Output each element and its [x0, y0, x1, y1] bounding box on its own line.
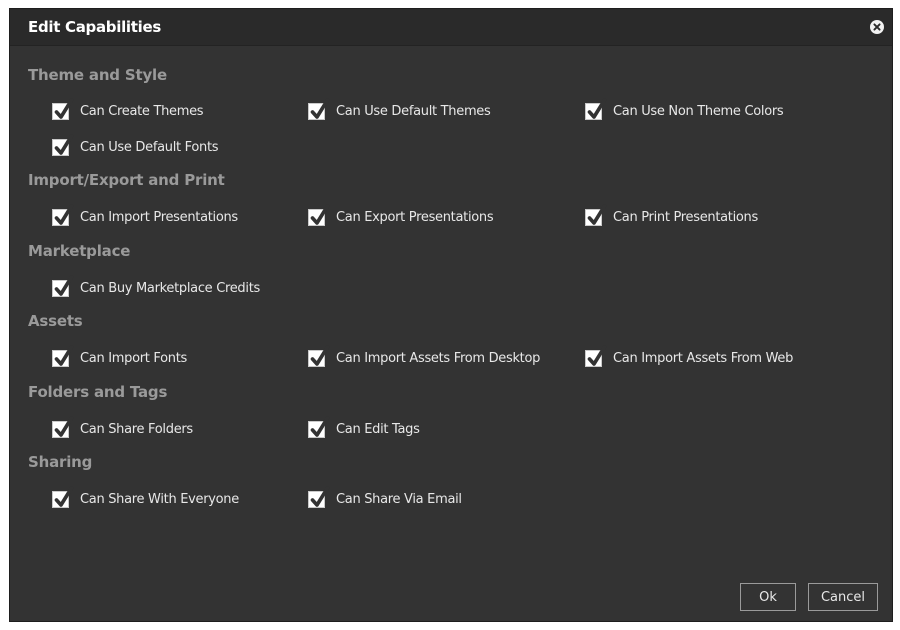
checkbox-label: Can Import Fonts [80, 350, 187, 366]
checkbox-label: Can Share Folders [80, 421, 193, 437]
section-title-theme-and-style: Theme and Style [28, 66, 167, 84]
checkbox-box[interactable] [308, 203, 330, 226]
checkbox-can-share-folders[interactable]: Can Share Folders [52, 415, 193, 440]
checkbox-can-edit-tags[interactable]: Can Edit Tags [308, 415, 420, 440]
checkbox-can-import-fonts[interactable]: Can Import Fonts [52, 344, 187, 369]
close-icon[interactable] [870, 20, 884, 34]
checkbox-label: Can Import Assets From Web [613, 350, 794, 366]
section-title-assets: Assets [28, 312, 83, 330]
checkbox-label: Can Create Themes [80, 103, 204, 119]
checkbox-label: Can Share Via Email [336, 491, 462, 507]
checkmark-icon [54, 133, 74, 155]
checkmark-icon [587, 97, 607, 119]
checkbox-label: Can Import Presentations [80, 209, 238, 225]
checkbox-label: Can Edit Tags [336, 421, 420, 437]
checkmark-icon [54, 203, 74, 225]
checkbox-box[interactable] [52, 133, 74, 156]
checkbox-can-use-default-themes[interactable]: Can Use Default Themes [308, 97, 491, 122]
checkmark-icon [310, 485, 330, 507]
edit-capabilities-dialog: Edit Capabilities Theme and Style Can Cr… [9, 8, 893, 622]
checkbox-can-create-themes[interactable]: Can Create Themes [52, 97, 204, 122]
checkbox-can-buy-marketplace-credits[interactable]: Can Buy Marketplace Credits [52, 274, 260, 299]
section-title-folders-and-tags: Folders and Tags [28, 383, 168, 401]
checkmark-icon [54, 415, 74, 437]
section-title-sharing: Sharing [28, 453, 93, 471]
checkbox-label: Can Use Non Theme Colors [613, 103, 784, 119]
checkbox-can-use-non-theme-colors[interactable]: Can Use Non Theme Colors [585, 97, 784, 122]
checkbox-label: Can Print Presentations [613, 209, 758, 225]
checkbox-label: Can Export Presentations [336, 209, 494, 225]
checkbox-label: Can Buy Marketplace Credits [80, 280, 260, 296]
checkmark-icon [54, 274, 74, 296]
checkbox-box[interactable] [52, 485, 74, 508]
dialog-title: Edit Capabilities [28, 18, 161, 36]
checkbox-box[interactable] [52, 415, 74, 438]
checkbox-can-import-assets-from-desktop[interactable]: Can Import Assets From Desktop [308, 344, 541, 369]
checkbox-box[interactable] [308, 415, 330, 438]
checkmark-icon [310, 415, 330, 437]
checkbox-can-share-via-email[interactable]: Can Share Via Email [308, 485, 462, 510]
dialog-titlebar: Edit Capabilities [10, 9, 892, 46]
checkmark-icon [310, 344, 330, 366]
checkbox-box[interactable] [52, 274, 74, 297]
checkbox-can-import-assets-from-web[interactable]: Can Import Assets From Web [585, 344, 794, 369]
checkbox-can-share-with-everyone[interactable]: Can Share With Everyone [52, 485, 239, 510]
checkmark-icon [54, 97, 74, 119]
checkbox-box[interactable] [585, 97, 607, 120]
checkbox-box[interactable] [308, 485, 330, 508]
checkbox-box[interactable] [308, 344, 330, 367]
checkbox-label: Can Share With Everyone [80, 491, 239, 507]
checkbox-box[interactable] [308, 97, 330, 120]
checkmark-icon [54, 344, 74, 366]
checkbox-box[interactable] [585, 344, 607, 367]
section-title-marketplace: Marketplace [28, 242, 131, 260]
checkmark-icon [587, 203, 607, 225]
checkbox-label: Can Use Default Themes [336, 103, 491, 119]
checkbox-label: Can Import Assets From Desktop [336, 350, 541, 366]
checkbox-box[interactable] [52, 344, 74, 367]
ok-button[interactable]: Ok [740, 583, 796, 611]
checkmark-icon [310, 203, 330, 225]
checkbox-box[interactable] [52, 203, 74, 226]
checkbox-can-use-default-fonts[interactable]: Can Use Default Fonts [52, 133, 219, 158]
checkbox-box[interactable] [52, 97, 74, 120]
checkmark-icon [54, 485, 74, 507]
checkbox-box[interactable] [585, 203, 607, 226]
checkmark-icon [310, 97, 330, 119]
checkmark-icon [587, 344, 607, 366]
section-title-import-export-print: Import/Export and Print [28, 171, 225, 189]
cancel-button[interactable]: Cancel [808, 583, 878, 611]
checkbox-can-print-presentations[interactable]: Can Print Presentations [585, 203, 758, 228]
checkbox-label: Can Use Default Fonts [80, 139, 219, 155]
checkbox-can-import-presentations[interactable]: Can Import Presentations [52, 203, 238, 228]
checkbox-can-export-presentations[interactable]: Can Export Presentations [308, 203, 494, 228]
